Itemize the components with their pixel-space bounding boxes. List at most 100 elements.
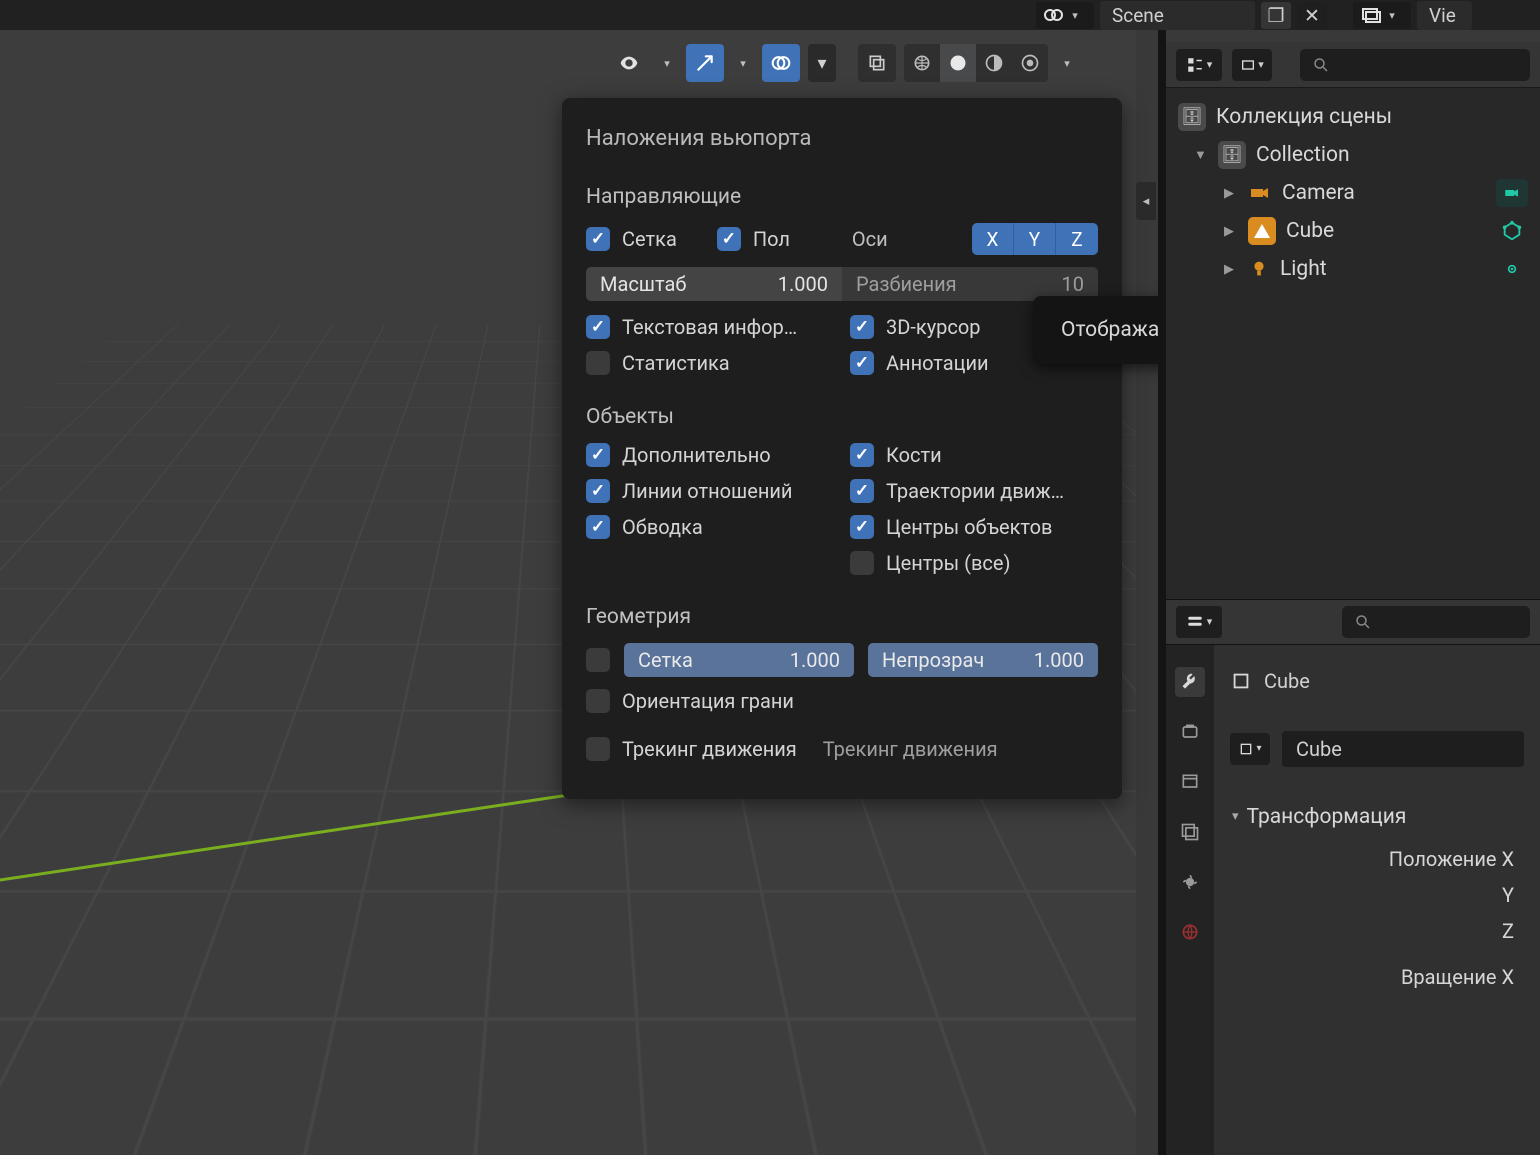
viewlayer-name-field[interactable]: Vie	[1417, 1, 1472, 30]
relationship-lines-checkbox[interactable]: Линии отношений	[586, 479, 834, 503]
tab-tool[interactable]	[1175, 667, 1205, 697]
tab-output[interactable]	[1175, 767, 1205, 797]
dropdown-icon[interactable]: ▾	[732, 44, 754, 82]
area-splitter[interactable]	[1158, 30, 1166, 1155]
tree-row-scene-collection[interactable]: 🗄 Коллекция сцены	[1172, 98, 1534, 136]
disclosure-icon[interactable]	[1224, 224, 1238, 239]
visibility-icon[interactable]	[610, 44, 648, 82]
sidebar-collapse-caret[interactable]: ◂	[1136, 182, 1156, 220]
transform-panel-header[interactable]: ▾ Трансформация	[1228, 793, 1526, 841]
statistics-checkbox[interactable]: Статистика	[586, 351, 834, 375]
xray-icon[interactable]	[858, 44, 896, 82]
camera-icon	[1248, 181, 1272, 205]
viewlayer-icon[interactable]: ▾	[1353, 2, 1411, 29]
extras-checkbox[interactable]: Дополнительно	[586, 443, 834, 467]
motion-paths-checkbox[interactable]: Траектории движ…	[850, 479, 1098, 503]
origins-all-checkbox[interactable]: Центры (все)	[850, 551, 1098, 575]
tab-render[interactable]	[1175, 717, 1205, 747]
tree-row-light[interactable]: Light	[1172, 250, 1534, 288]
overlays-dropdown[interactable]: ▾	[808, 44, 836, 82]
outliner-tree[interactable]: 🗄 Коллекция сцены 🗄 Collection Camera	[1166, 88, 1540, 599]
section-heading: Геометрия	[586, 605, 1098, 629]
scene-name-field[interactable]: Scene	[1100, 1, 1255, 30]
motion-tracking-label: Трекинг движения	[823, 737, 998, 761]
viewport-overlays-panel: Наложения вьюпорта Направляющие Сетка По…	[562, 98, 1122, 799]
dropdown-icon[interactable]: ▾	[656, 44, 678, 82]
cube-icon	[1230, 670, 1252, 692]
axis-x-button[interactable]: X	[972, 223, 1014, 255]
collection-icon: 🗄	[1178, 103, 1206, 131]
disclosure-icon[interactable]	[1224, 186, 1238, 201]
shading-solid-icon[interactable]	[940, 44, 976, 82]
overlays-icon[interactable]	[762, 44, 800, 82]
dropdown-icon[interactable]: ▾	[1056, 44, 1078, 82]
right-column: ▾ ▾ 🗄 Коллекция сцены 🗄 Collection	[1166, 42, 1540, 1155]
floor-checkbox[interactable]: Пол	[717, 227, 790, 251]
mesh-data-icon[interactable]	[1496, 217, 1528, 245]
axis-y-line	[0, 783, 643, 889]
shading-mode-group	[904, 44, 1048, 82]
location-z-label: Z	[1228, 913, 1526, 949]
gizmo-icon[interactable]	[686, 44, 724, 82]
collection-icon: 🗄	[1218, 141, 1246, 169]
shading-wireframe-icon[interactable]	[904, 44, 940, 82]
camera-restrict-icon[interactable]	[1496, 179, 1528, 207]
object-name-field[interactable]: Cube	[1282, 731, 1524, 767]
object-name-row: ▾ Cube	[1228, 723, 1526, 775]
outliner-header: ▾ ▾	[1166, 42, 1540, 88]
datablock-icon[interactable]: ▾	[1230, 733, 1270, 765]
viewport-header: ▾ ▾ ▾ ▾	[610, 42, 1078, 84]
outliner-display-mode[interactable]: ▾	[1232, 49, 1272, 81]
shading-rendered-icon[interactable]	[1012, 44, 1048, 82]
dropdown-icon: ▾	[1064, 0, 1086, 34]
location-x-label: Положение X	[1228, 841, 1526, 877]
section-heading: Направляющие	[586, 185, 1098, 209]
opacity-slider[interactable]: Непрозрач 1.000	[868, 643, 1098, 677]
motion-tracking-checkbox[interactable]: Трекинг движения	[586, 737, 797, 761]
new-scene-button[interactable]: ❐	[1261, 2, 1291, 29]
shading-matprev-icon[interactable]	[976, 44, 1012, 82]
outline-checkbox[interactable]: Обводка	[586, 515, 834, 539]
light-data-icon[interactable]	[1496, 255, 1528, 283]
grid-checkbox[interactable]: Сетка	[586, 227, 677, 251]
panel-title: Наложения вьюпорта	[586, 126, 1098, 151]
properties-search[interactable]	[1342, 606, 1530, 638]
properties-tabs	[1166, 645, 1214, 1155]
properties-editor-icon[interactable]: ▾	[1176, 606, 1222, 638]
tab-world[interactable]	[1175, 917, 1205, 947]
axis-y-button[interactable]: Y	[1014, 223, 1056, 255]
dropdown-icon: ▾	[1381, 0, 1403, 34]
tree-row-camera[interactable]: Camera	[1172, 174, 1534, 212]
tab-viewlayer[interactable]	[1175, 817, 1205, 847]
outliner-editor-icon[interactable]: ▾	[1176, 49, 1222, 81]
section-heading: Объекты	[586, 405, 1098, 429]
axis-z-button[interactable]: Z	[1056, 223, 1098, 255]
text-info-checkbox[interactable]: Текстовая инфор…	[586, 315, 834, 339]
light-icon	[1248, 258, 1270, 280]
wireframe-checkbox[interactable]	[586, 648, 610, 672]
disclosure-icon[interactable]	[1194, 147, 1208, 163]
properties-area: Cube ▾ Cube ▾ Трансформация Положение X …	[1166, 645, 1540, 1155]
outliner-search[interactable]	[1300, 49, 1530, 81]
location-y-label: Y	[1228, 877, 1526, 913]
origins-checkbox[interactable]: Центры объектов	[850, 515, 1098, 539]
delete-scene-button[interactable]: ✕	[1297, 2, 1327, 29]
axes-label: Оси	[852, 227, 896, 251]
guides-section: Направляющие Сетка Пол Оси X Y Z Масштаб…	[586, 185, 1098, 375]
grid-scale-field[interactable]: Масштаб 1.000	[586, 267, 842, 301]
face-orientation-checkbox[interactable]: Ориентация грани	[586, 689, 1098, 713]
wireframe-slider[interactable]: Сетка 1.000	[624, 643, 854, 677]
axes-toggle-group: X Y Z	[972, 223, 1098, 255]
breadcrumb-row: Cube	[1228, 661, 1526, 701]
tree-row-collection[interactable]: 🗄 Collection	[1172, 136, 1534, 174]
rotation-x-label: Вращение X	[1228, 959, 1526, 995]
tree-row-cube[interactable]: Cube	[1172, 212, 1534, 250]
bones-checkbox[interactable]: Кости	[850, 443, 1098, 467]
disclosure-icon[interactable]	[1224, 262, 1238, 277]
mesh-icon	[1248, 217, 1276, 245]
geometry-section: Геометрия Сетка 1.000 Непрозрач 1.000 Ор…	[586, 605, 1098, 761]
tab-scene[interactable]	[1175, 867, 1205, 897]
scene-icon[interactable]: ▾	[1036, 2, 1094, 29]
properties-header: ▾	[1166, 599, 1540, 645]
top-header: ▾ Scene ❐ ✕ ▾ Vie	[0, 0, 1540, 30]
